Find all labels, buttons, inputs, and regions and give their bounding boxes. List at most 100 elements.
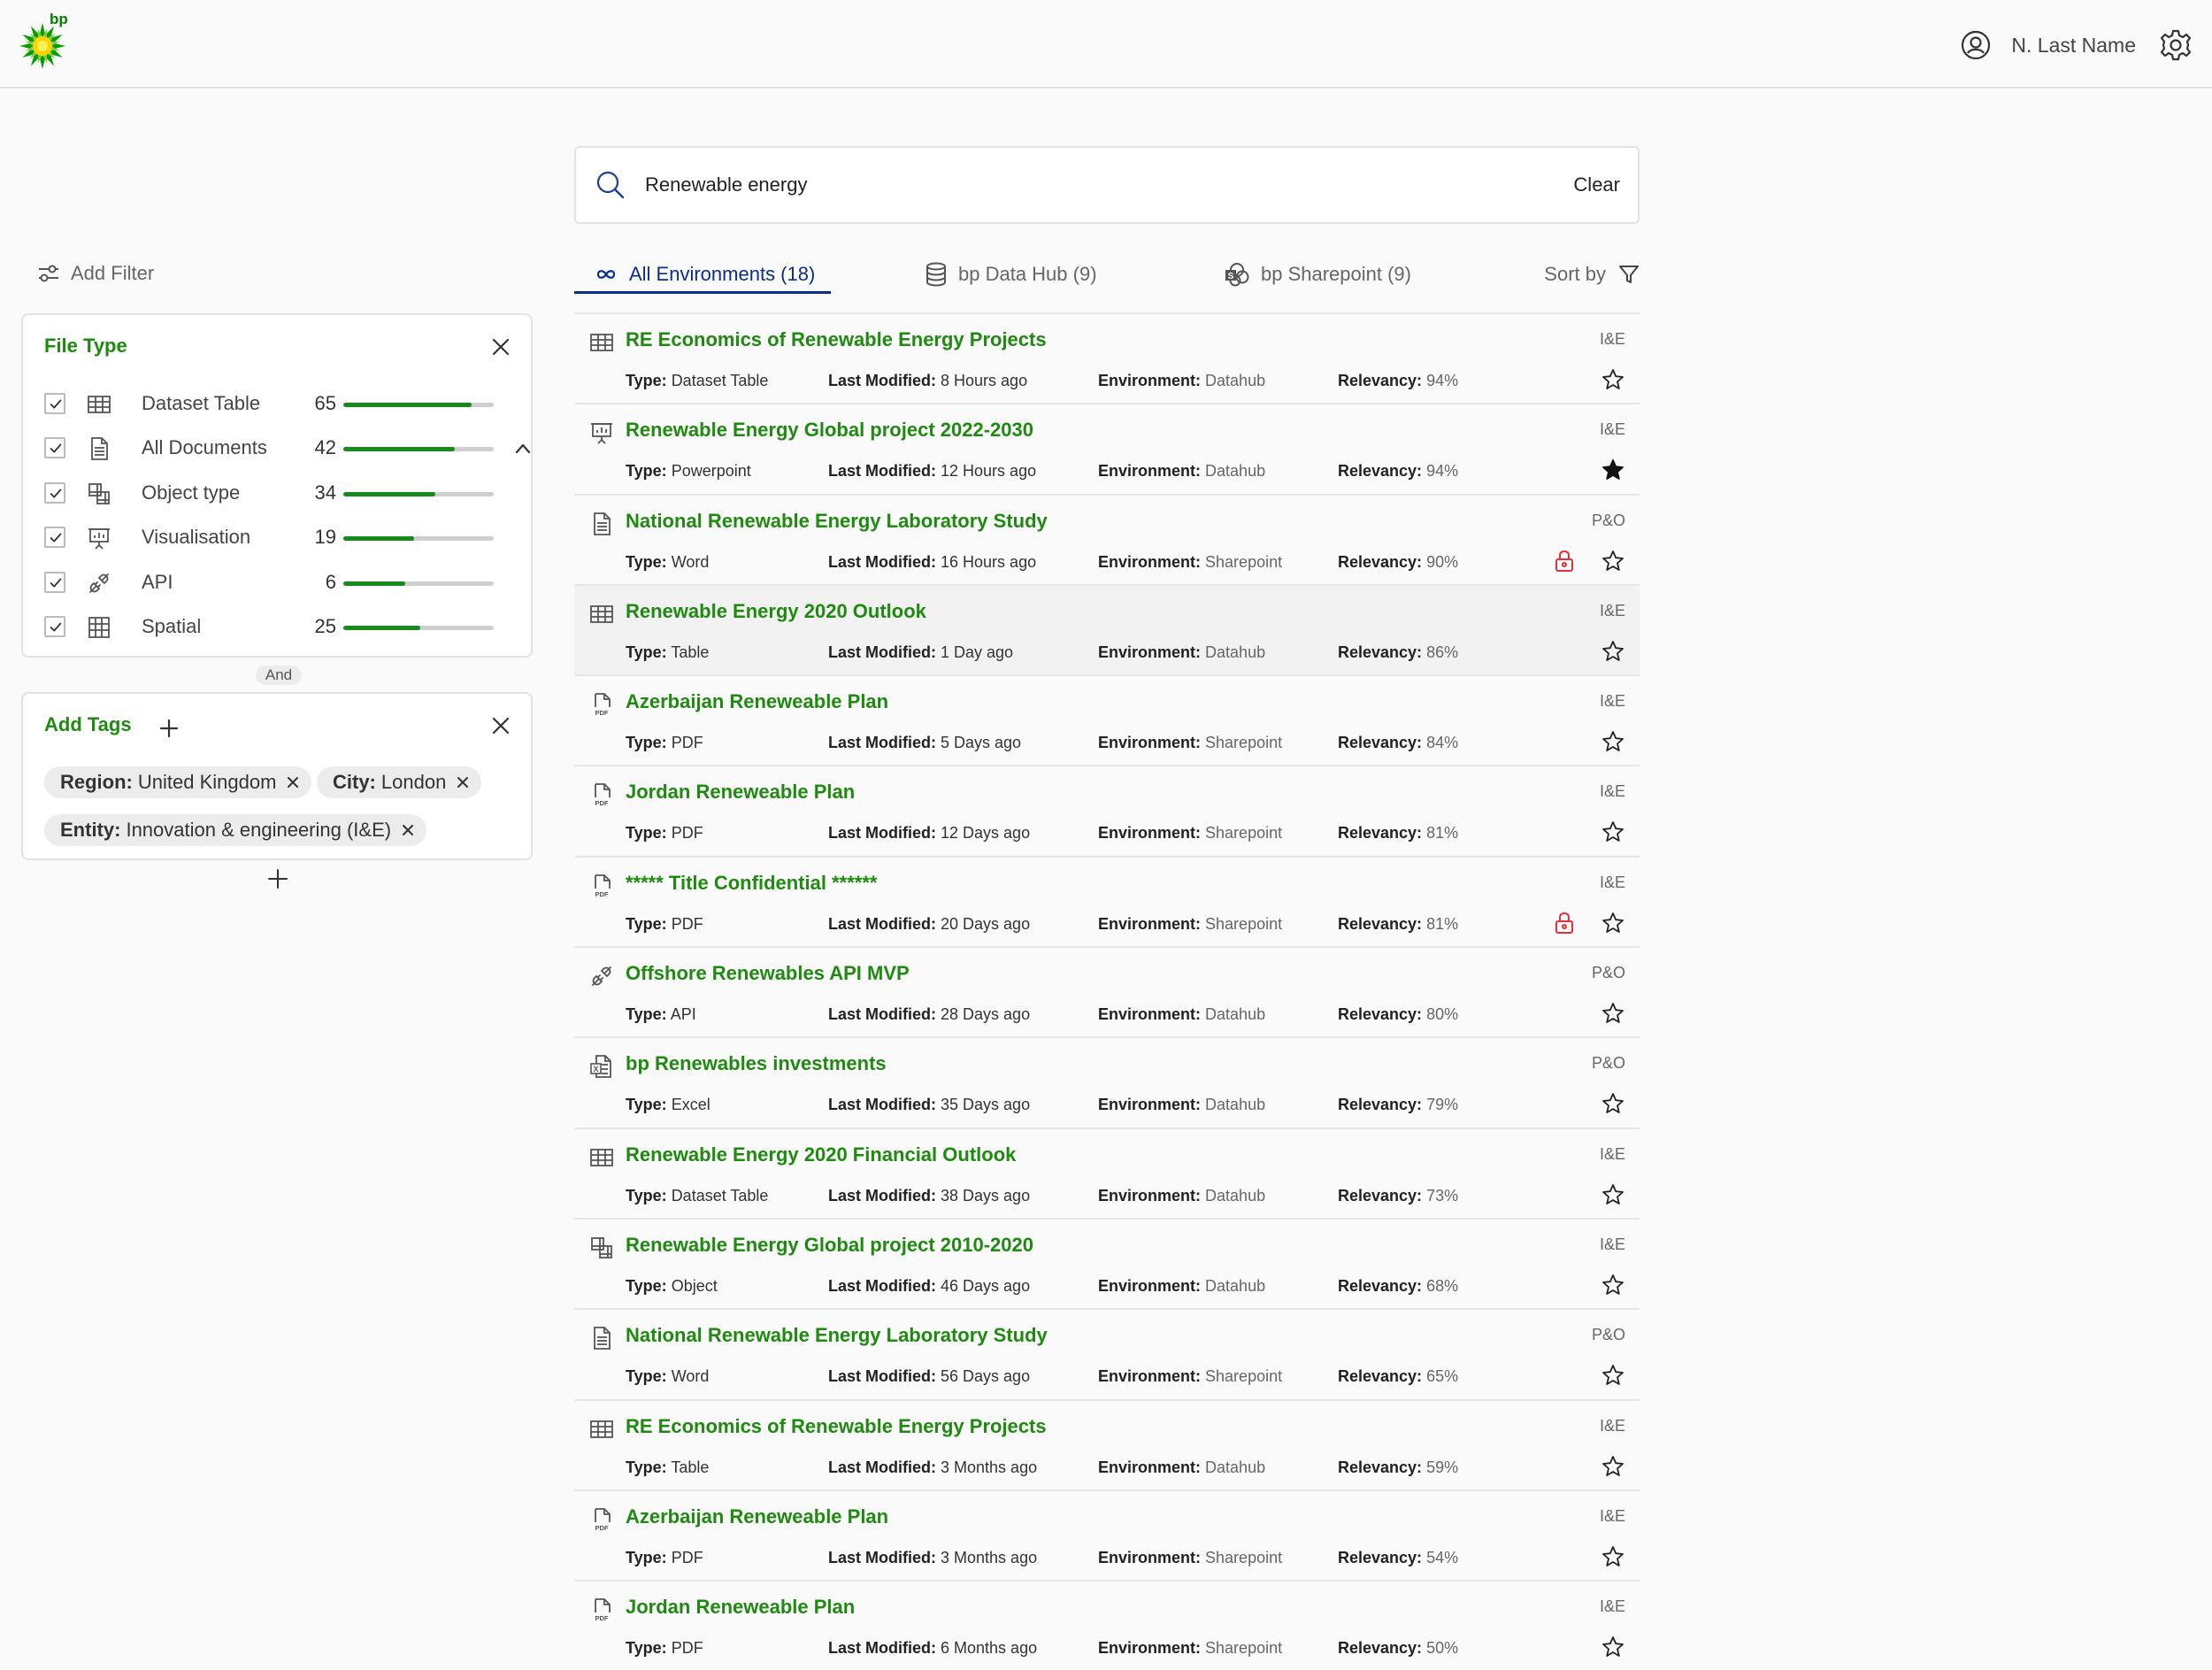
file-type-label: All Documents: [142, 436, 267, 459]
remove-tag-icon[interactable]: [400, 822, 416, 838]
search-input[interactable]: [645, 173, 1574, 196]
clear-button[interactable]: Clear: [1573, 173, 1620, 196]
remove-tag-icon[interactable]: [285, 774, 301, 790]
result-row[interactable]: National Renewable Energy Laboratory Stu…: [574, 496, 1640, 586]
favourite-button[interactable]: [1601, 1091, 1625, 1116]
lock-icon-wrap: [1553, 549, 1576, 573]
gear-icon[interactable]: [2159, 28, 2193, 62]
result-row[interactable]: RE Economics of Renewable Energy Project…: [574, 1401, 1640, 1491]
result-modified: Last Modified: 16 Hours ago: [828, 553, 1036, 572]
user-name[interactable]: N. Last Name: [2011, 34, 2136, 58]
tab-bp-data-hub[interactable]: bp Data Hub (9): [925, 252, 1097, 296]
rel-label: Relevancy:: [1338, 914, 1423, 933]
modified-value: 8 Hours ago: [941, 372, 1028, 389]
checkbox[interactable]: [44, 571, 65, 593]
result-relevancy: Relevancy: 81%: [1338, 824, 1458, 843]
favourite-button[interactable]: [1601, 729, 1625, 754]
pdf-icon: PDF: [595, 873, 611, 898]
rel-value: 50%: [1426, 1639, 1459, 1658]
type-value: Table: [671, 643, 710, 661]
close-icon[interactable]: [490, 715, 511, 736]
result-title[interactable]: Jordan Reneweable Plan: [626, 781, 855, 804]
result-row[interactable]: Renewable Energy 2020 Financial Outlook I…: [574, 1129, 1640, 1220]
user-circle-icon[interactable]: [1960, 29, 1992, 61]
result-title[interactable]: National Renewable Energy Laboratory Stu…: [626, 510, 1048, 533]
result-row[interactable]: National Renewable Energy Laboratory Stu…: [574, 1310, 1640, 1401]
result-title[interactable]: RE Economics of Renewable Energy Project…: [626, 328, 1047, 351]
add-group-plus-icon[interactable]: [267, 868, 288, 889]
result-row[interactable]: Renewable Energy Global project 2022-203…: [574, 404, 1640, 496]
favourite-button[interactable]: [1601, 1363, 1625, 1388]
result-title[interactable]: ***** Title Confidential ******: [626, 872, 877, 895]
favourite-button[interactable]: [1601, 820, 1625, 844]
result-row[interactable]: PDF Jordan Reneweable Plan I&E Type: PDF Las…: [574, 766, 1640, 858]
favourite-button[interactable]: [1601, 1001, 1625, 1026]
checkbox[interactable]: [44, 527, 65, 549]
result-row[interactable]: PDF Azerbaijan Reneweable Plan I&E Type: PD…: [574, 676, 1640, 767]
file-type-row[interactable]: Dataset Table 65: [44, 389, 513, 418]
result-title[interactable]: Renewable Energy Global project 2010-202…: [626, 1234, 1033, 1257]
result-row[interactable]: Renewable Energy 2020 Outlook I&E Type: Ta…: [574, 585, 1640, 677]
file-type-row[interactable]: Object type 34: [44, 479, 513, 507]
tab-all-environments[interactable]: All Environments (18): [594, 252, 815, 296]
rel-label: Relevancy:: [1338, 552, 1423, 571]
result-row[interactable]: PDF ***** Title Confidential ****** I&E Typ…: [574, 858, 1640, 949]
result-title[interactable]: Azerbaijan Reneweable Plan: [626, 690, 888, 713]
favourite-button[interactable]: [1601, 1273, 1625, 1297]
result-title[interactable]: Offshore Renewables API MVP: [626, 962, 910, 985]
check-icon: [50, 489, 62, 498]
close-icon[interactable]: [490, 336, 511, 358]
collapse-button[interactable]: [513, 439, 533, 458]
file-type-row[interactable]: Spatial 25: [44, 612, 513, 641]
remove-tag-icon[interactable]: [455, 774, 471, 790]
result-title[interactable]: Jordan Reneweable Plan: [626, 1596, 855, 1619]
favourite-button[interactable]: [1601, 1544, 1625, 1569]
document-icon: [594, 1327, 611, 1351]
result-org: I&E: [1599, 1235, 1625, 1253]
checkbox[interactable]: [44, 481, 65, 504]
result-title[interactable]: bp Renewables investments: [626, 1052, 887, 1075]
result-row[interactable]: Xbp Renewables investments P&O Type: Excel…: [574, 1038, 1640, 1129]
result-org: I&E: [1599, 873, 1625, 891]
result-row[interactable]: Offshore Renewables API MVP P&O Type: API L…: [574, 948, 1640, 1039]
result-relevancy: Relevancy: 80%: [1338, 1005, 1458, 1024]
result-relevancy: Relevancy: 73%: [1338, 1187, 1458, 1205]
plus-icon[interactable]: [159, 719, 179, 738]
result-title[interactable]: National Renewable Energy Laboratory Stu…: [626, 1324, 1048, 1347]
favourite-button[interactable]: [1601, 639, 1625, 664]
file-type-row[interactable]: All Documents 42: [44, 434, 531, 462]
result-icon-wrap: [589, 420, 614, 445]
favourite-button[interactable]: [1601, 1454, 1625, 1479]
result-type: Type: Table: [626, 1458, 709, 1477]
checkbox[interactable]: [44, 393, 65, 414]
result-title[interactable]: Azerbaijan Reneweable Plan: [626, 1505, 888, 1528]
modified-label: Last Modified:: [828, 1276, 936, 1295]
favourite-button[interactable]: [1601, 367, 1625, 392]
star-icon: [1602, 1274, 1624, 1295]
result-row[interactable]: Renewable Energy Global project 2010-202…: [574, 1220, 1640, 1311]
checkbox[interactable]: [44, 437, 65, 459]
result-title[interactable]: RE Economics of Renewable Energy Project…: [626, 1415, 1047, 1438]
result-row[interactable]: PDF Jordan Reneweable Plan I&E Type: PDF Las…: [574, 1581, 1640, 1670]
result-org: P&O: [1591, 1054, 1625, 1073]
file-type-icon-wrap: [87, 526, 111, 550]
result-title[interactable]: Renewable Energy Global project 2022-203…: [626, 419, 1033, 442]
rel-value: 86%: [1426, 643, 1459, 661]
favourite-button[interactable]: [1601, 458, 1625, 482]
file-type-row[interactable]: API 6: [44, 568, 513, 596]
svg-text:PDF: PDF: [595, 890, 609, 898]
star-icon: [1602, 821, 1624, 843]
result-title[interactable]: Renewable Energy 2020 Outlook: [626, 600, 926, 623]
checkbox[interactable]: [44, 616, 65, 637]
favourite-button[interactable]: [1601, 549, 1625, 573]
favourite-button[interactable]: [1601, 1635, 1625, 1659]
sort-by-button[interactable]: Sort by: [1544, 252, 1640, 296]
favourite-button[interactable]: [1601, 911, 1625, 935]
add-filter-button[interactable]: Add Filter: [37, 259, 154, 288]
file-type-row[interactable]: Visualisation 19: [44, 523, 513, 551]
result-row[interactable]: PDF Azerbaijan Reneweable Plan I&E Type: PD…: [574, 1491, 1640, 1582]
tab-bp-sharepoint[interactable]: S bp Sharepoint (9): [1224, 252, 1411, 296]
favourite-button[interactable]: [1601, 1182, 1625, 1207]
result-title[interactable]: Renewable Energy 2020 Financial Outlook: [626, 1143, 1016, 1166]
result-row[interactable]: RE Economics of Renewable Energy Project…: [574, 314, 1640, 405]
